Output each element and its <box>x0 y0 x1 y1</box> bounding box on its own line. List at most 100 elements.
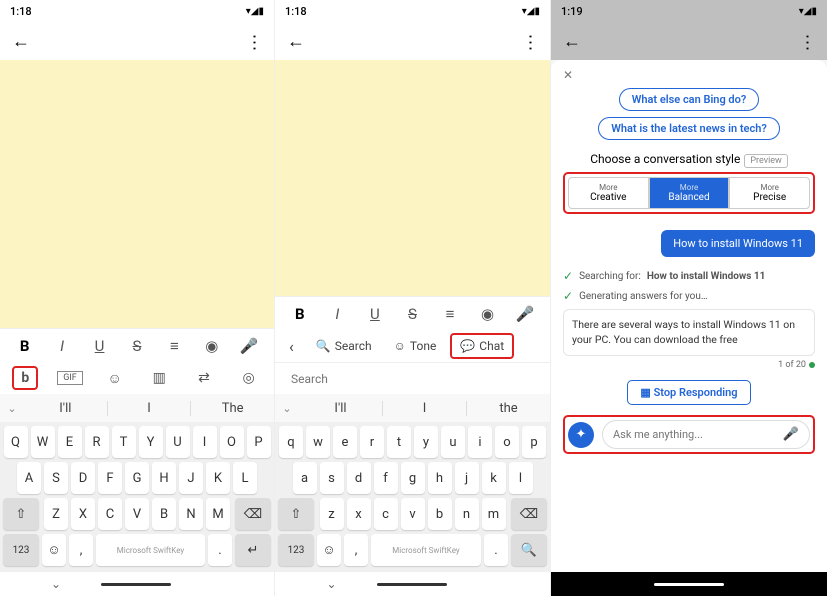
suggestion-chip[interactable]: What else can Bing do? <box>619 88 760 111</box>
key-x[interactable]: X <box>71 498 95 530</box>
bing-search-input[interactable] <box>281 366 544 392</box>
key-n[interactable]: N <box>179 498 203 530</box>
key-t[interactable]: t <box>387 426 411 458</box>
bold-button[interactable]: B <box>288 305 312 323</box>
key-j[interactable]: J <box>179 462 203 494</box>
key-d[interactable]: d <box>347 462 371 494</box>
collapse-icon[interactable]: ⌄ <box>275 402 299 415</box>
shift-key[interactable]: ⇧ <box>3 498 39 530</box>
num-key[interactable]: 123 <box>278 534 314 566</box>
nav-home[interactable] <box>101 583 171 586</box>
key-c[interactable]: C <box>98 498 122 530</box>
dot-key[interactable]: . <box>208 534 232 566</box>
key-u[interactable]: U <box>166 426 190 458</box>
key-a[interactable]: a <box>293 462 317 494</box>
search-key[interactable]: 🔍 <box>511 534 547 566</box>
dot-key[interactable]: . <box>484 534 508 566</box>
translate-button[interactable]: ⇄ <box>191 370 217 386</box>
emoji-key[interactable]: ☺ <box>317 534 341 566</box>
strike-button[interactable]: S <box>400 305 424 323</box>
emoji-key[interactable]: ☺ <box>42 534 66 566</box>
key-e[interactable]: e <box>333 426 357 458</box>
key-p[interactable]: p <box>522 426 546 458</box>
key-l[interactable]: L <box>233 462 257 494</box>
suggestion-chip[interactable]: What is the latest news in tech? <box>598 117 780 140</box>
key-i[interactable]: I <box>193 426 217 458</box>
prediction-3[interactable]: The <box>191 401 274 416</box>
key-f[interactable]: F <box>98 462 122 494</box>
key-w[interactable]: w <box>306 426 330 458</box>
collapse-icon[interactable]: ⌄ <box>0 402 24 415</box>
comma-key[interactable]: , <box>69 534 93 566</box>
back-icon[interactable]: ← <box>563 31 581 52</box>
key-q[interactable]: q <box>279 426 303 458</box>
nav-down-icon[interactable]: ⌄ <box>326 577 336 591</box>
back-icon[interactable]: ← <box>12 31 30 52</box>
italic-button[interactable]: I <box>325 305 349 323</box>
key-g[interactable]: g <box>401 462 425 494</box>
nav-home[interactable] <box>377 583 447 586</box>
camera-button[interactable]: ◉ <box>476 305 500 323</box>
nav-down-icon[interactable]: ⌄ <box>51 577 61 591</box>
key-b[interactable]: B <box>152 498 176 530</box>
space-key[interactable]: Microsoft SwiftKey <box>96 534 205 566</box>
key-m[interactable]: M <box>206 498 230 530</box>
key-e[interactable]: E <box>58 426 82 458</box>
key-q[interactable]: Q <box>4 426 28 458</box>
key-y[interactable]: y <box>414 426 438 458</box>
bold-button[interactable]: B <box>13 337 37 355</box>
close-icon[interactable]: ✕ <box>563 68 815 82</box>
key-x[interactable]: x <box>347 498 371 530</box>
key-f[interactable]: f <box>374 462 398 494</box>
overflow-icon[interactable]: ⋯ <box>797 33 818 49</box>
key-v[interactable]: V <box>125 498 149 530</box>
key-z[interactable]: z <box>320 498 344 530</box>
key-b[interactable]: b <box>428 498 452 530</box>
underline-button[interactable]: U <box>363 305 387 323</box>
prediction-3[interactable]: the <box>467 401 550 416</box>
clipboard-button[interactable]: ▥ <box>146 370 172 386</box>
num-key[interactable]: 123 <box>3 534 39 566</box>
key-s[interactable]: s <box>320 462 344 494</box>
key-z[interactable]: Z <box>44 498 68 530</box>
key-u[interactable]: u <box>441 426 465 458</box>
settings-button[interactable]: ◎ <box>236 370 262 386</box>
key-i[interactable]: i <box>468 426 492 458</box>
comma-key[interactable]: , <box>344 534 368 566</box>
key-y[interactable]: Y <box>139 426 163 458</box>
key-g[interactable]: G <box>125 462 149 494</box>
bing-icon[interactable]: b <box>12 366 38 390</box>
sticker-button[interactable]: ☺ <box>102 370 128 387</box>
key-m[interactable]: m <box>482 498 506 530</box>
mode-chat[interactable]: 💬 Chat <box>450 333 514 359</box>
key-l[interactable]: l <box>509 462 533 494</box>
nav-home[interactable] <box>654 583 724 586</box>
key-n[interactable]: n <box>455 498 479 530</box>
back-icon[interactable]: ← <box>287 31 305 52</box>
prediction-2[interactable]: I <box>108 401 192 416</box>
mic-button[interactable]: 🎤 <box>237 337 261 355</box>
mic-button[interactable]: 🎤 <box>513 305 537 323</box>
style-balanced[interactable]: MoreBalanced <box>649 177 730 209</box>
key-d[interactable]: D <box>71 462 95 494</box>
mic-icon[interactable]: 🎤 <box>783 427 799 442</box>
delete-key[interactable]: ⌫ <box>235 498 271 530</box>
note-canvas[interactable] <box>0 60 274 328</box>
key-k[interactable]: k <box>482 462 506 494</box>
space-key[interactable]: Microsoft SwiftKey <box>371 534 481 566</box>
strike-button[interactable]: S <box>125 337 149 355</box>
gif-button[interactable]: GIF <box>57 371 83 385</box>
mode-tone[interactable]: ☺ Tone <box>386 335 445 357</box>
style-precise[interactable]: MorePrecise <box>729 177 810 209</box>
overflow-icon[interactable]: ⋯ <box>244 33 265 49</box>
key-s[interactable]: S <box>44 462 68 494</box>
note-canvas[interactable] <box>275 60 550 296</box>
ask-input[interactable] <box>613 428 783 441</box>
key-p[interactable]: P <box>247 426 271 458</box>
overflow-icon[interactable]: ⋯ <box>520 33 541 49</box>
list-button[interactable]: ≡ <box>162 337 186 355</box>
delete-key[interactable]: ⌫ <box>511 498 547 530</box>
underline-button[interactable]: U <box>88 337 112 355</box>
key-j[interactable]: j <box>455 462 479 494</box>
style-creative[interactable]: MoreCreative <box>568 177 649 209</box>
